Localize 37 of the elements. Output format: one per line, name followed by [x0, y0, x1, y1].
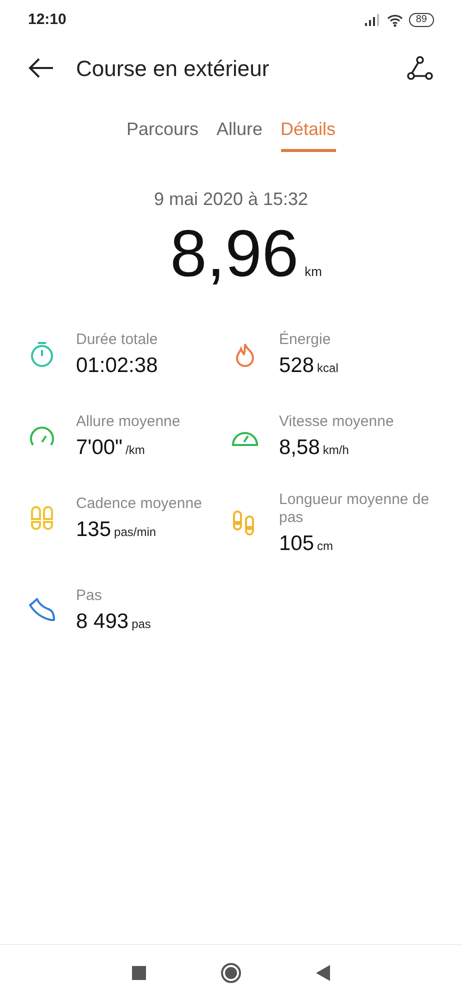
- metric-value: 528: [279, 353, 314, 379]
- metric-value: 7'00": [76, 435, 123, 461]
- recents-button[interactable]: [132, 966, 146, 980]
- metric-label: Longueur moyenne de pas: [279, 491, 430, 527]
- route-icon: [407, 56, 433, 80]
- metric-unit: pas/min: [114, 524, 156, 541]
- home-button[interactable]: [221, 962, 241, 982]
- workout-date: 9 mai 2020 à 15:32: [154, 188, 308, 211]
- status-time: 12:10: [28, 10, 66, 30]
- metric-unit: cm: [317, 538, 334, 555]
- metric-label: Énergie: [279, 331, 332, 349]
- metric-unit: /km: [126, 442, 145, 459]
- signal-icon: [364, 14, 381, 26]
- metric-value: 8,58: [279, 435, 320, 461]
- route-button[interactable]: [406, 54, 434, 82]
- metric-value: 135: [76, 517, 112, 543]
- metric-label: Durée totale: [76, 331, 159, 349]
- tab[interactable]: Détails: [280, 116, 336, 152]
- battery-indicator: 89: [408, 13, 434, 27]
- metric-label: Allure moyenne: [76, 413, 182, 431]
- metric-label: Cadence moyenne: [76, 495, 203, 513]
- back-arrow-icon: [28, 57, 54, 79]
- metric-unit: km/h: [322, 442, 349, 459]
- tab[interactable]: Parcours: [126, 116, 198, 152]
- metric-label: Vitesse moyenne: [279, 413, 395, 431]
- tab[interactable]: Allure: [216, 116, 263, 152]
- metric-value: 8 493: [76, 609, 129, 635]
- metric-unit: kcal: [317, 360, 338, 377]
- metric-value: 01:02:38: [76, 353, 158, 379]
- metric-value: 105: [279, 531, 314, 557]
- wifi-icon: [386, 14, 403, 26]
- metric-label: Pas: [76, 587, 103, 605]
- back-nav-button[interactable]: [316, 964, 330, 980]
- metric-unit: pas: [132, 616, 151, 633]
- distance-unit: km: [304, 262, 322, 280]
- screen-title: Course en extérieur: [76, 54, 270, 82]
- distance-value: 8,96: [170, 217, 299, 289]
